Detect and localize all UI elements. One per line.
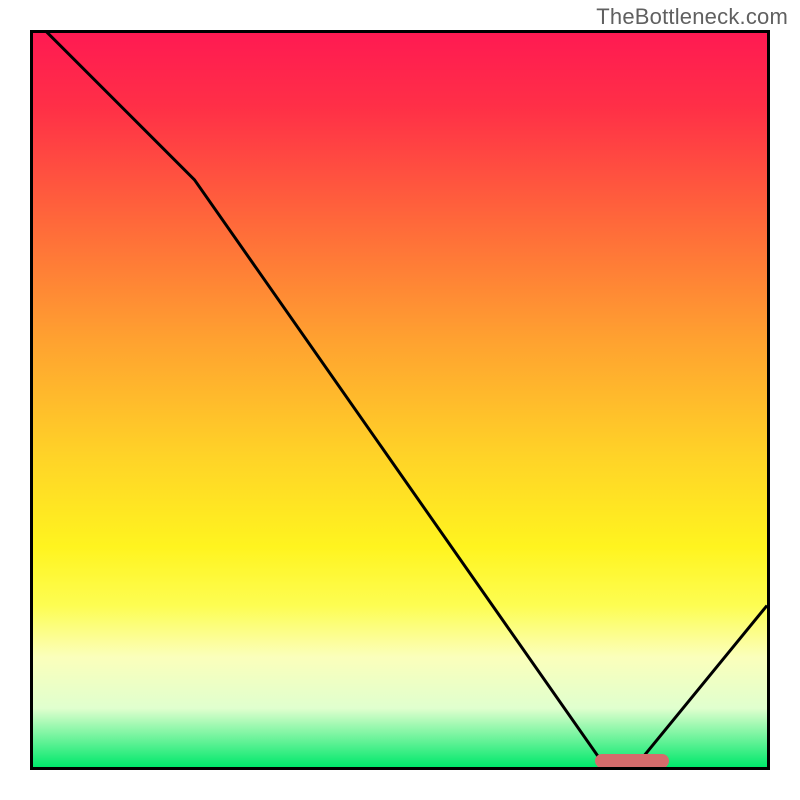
optimal-range-marker (595, 754, 669, 768)
plot-area (30, 30, 770, 770)
bottleneck-curve (33, 33, 767, 767)
chart-container: TheBottleneck.com (0, 0, 800, 800)
watermark-text: TheBottleneck.com (596, 4, 788, 30)
